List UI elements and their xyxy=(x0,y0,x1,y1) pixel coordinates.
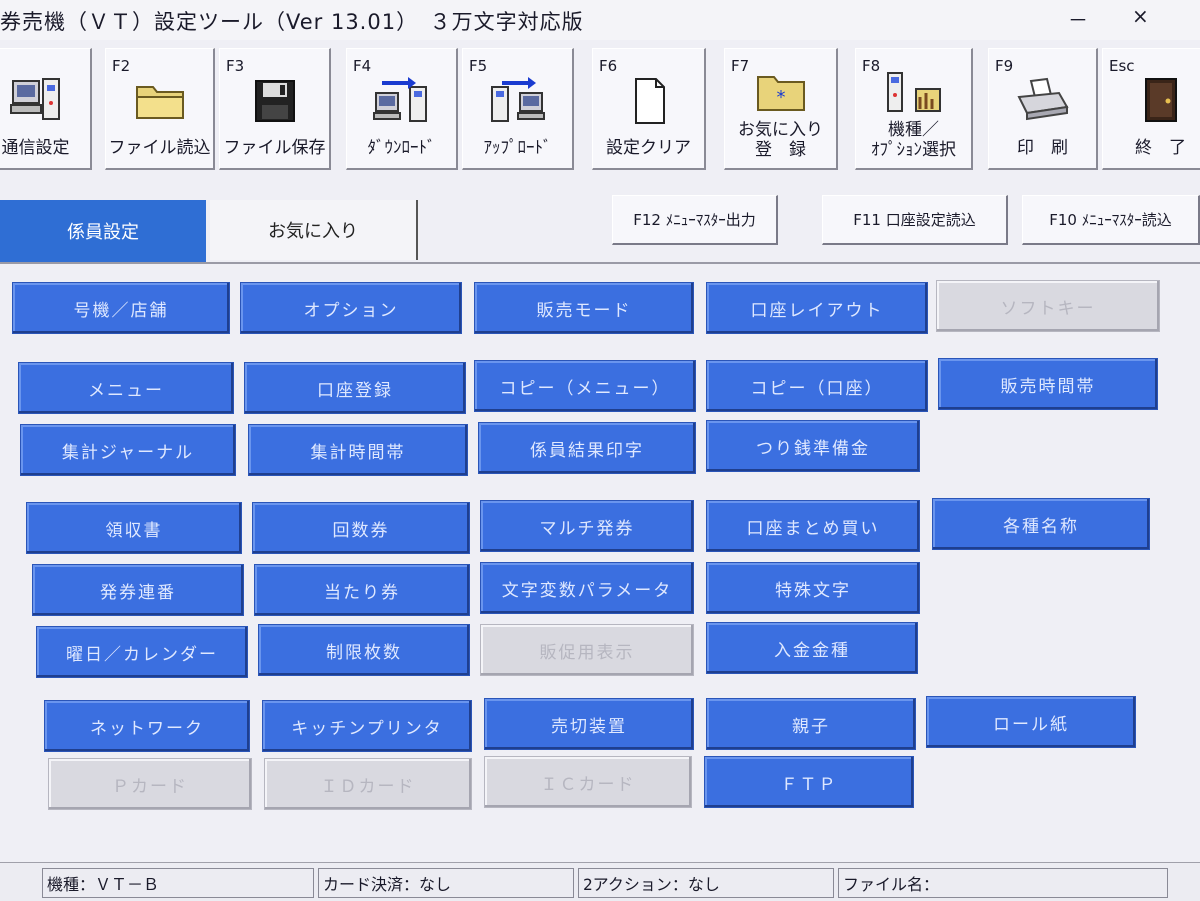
window-title: 券売機（ＶＴ）設定ツール（Ver 13.01） ３万文字対応版 xyxy=(0,10,584,34)
clear-settings-button[interactable]: F6 設定クリア xyxy=(592,48,706,170)
blank-page-icon xyxy=(634,78,665,124)
toolbar-label: 印 刷 xyxy=(1017,138,1068,158)
text-variable-parameter-button[interactable]: 文字変数パラメータ xyxy=(480,562,694,614)
download-icon xyxy=(372,77,427,122)
ftp-button[interactable]: ＦＴＰ xyxy=(704,756,914,808)
id-card-button[interactable]: ＩＤカード xyxy=(264,758,472,810)
network-button[interactable]: ネットワーク xyxy=(44,700,250,752)
account-settings-import-button[interactable]: F11 口座設定読込 xyxy=(822,195,1008,245)
toolbar-label: 通信設定 xyxy=(1,138,70,158)
kitchen-printer-button[interactable]: キッチンプリンタ xyxy=(262,700,472,752)
title-bar: 券売機（ＶＴ）設定ツール（Ver 13.01） ３万文字対応版 － × xyxy=(0,0,1200,40)
function-key-label: F9 xyxy=(995,57,1014,75)
sales-mode-button[interactable]: 販売モード xyxy=(474,282,694,334)
tab-staff-settings[interactable]: 係員設定 xyxy=(0,200,206,262)
deposit-denomination-button[interactable]: 入金金種 xyxy=(706,622,918,674)
menu-button[interactable]: メニュー xyxy=(18,362,234,414)
soft-key-button[interactable]: ソフトキー xyxy=(936,280,1160,332)
toolbar-label: ﾀﾞｳﾝﾛｰﾄﾞ xyxy=(367,138,436,158)
tab-favorites[interactable]: お気に入り xyxy=(210,200,418,260)
function-key-label: F6 xyxy=(599,57,618,75)
copy-account-button[interactable]: コピー（口座） xyxy=(706,360,928,412)
account-bulk-purchase-button[interactable]: 口座まとめ買い xyxy=(706,500,920,552)
account-registration-button[interactable]: 口座登録 xyxy=(244,362,466,414)
copy-menu-button[interactable]: コピー（メニュー） xyxy=(474,360,696,412)
weekday-calendar-button[interactable]: 曜日／カレンダー xyxy=(36,626,248,678)
coupon-ticket-button[interactable]: 回数券 xyxy=(252,502,470,554)
menu-master-import-button[interactable]: F10 ﾒﾆｭｰﾏｽﾀｰ読込 xyxy=(1022,195,1200,245)
totals-journal-button[interactable]: 集計ジャーナル xyxy=(20,424,236,476)
file-save-button[interactable]: F3 ファイル保存 xyxy=(219,48,331,170)
upload-icon xyxy=(490,77,545,122)
account-layout-button[interactable]: 口座レイアウト xyxy=(706,282,928,334)
status-two-action: 2アクション：なし xyxy=(578,868,834,898)
function-key-label: F5 xyxy=(469,57,488,75)
minimize-button[interactable]: － xyxy=(1068,4,1088,33)
p-card-button[interactable]: Ｐカード xyxy=(48,758,252,810)
exit-door-icon xyxy=(1144,78,1177,122)
toolbar-label: 終 了 xyxy=(1135,138,1186,158)
print-button[interactable]: F9 印 刷 xyxy=(988,48,1098,170)
sales-time-zone-button[interactable]: 販売時間帯 xyxy=(938,358,1158,410)
exit-button[interactable]: Esc 終 了 xyxy=(1102,48,1200,170)
receipt-button[interactable]: 領収書 xyxy=(26,502,242,554)
floppy-icon xyxy=(254,80,295,122)
staff-result-print-button[interactable]: 係員結果印字 xyxy=(478,422,696,474)
option-button[interactable]: オプション xyxy=(240,282,462,334)
change-reserve-button[interactable]: つり銭準備金 xyxy=(706,420,920,472)
ic-card-button[interactable]: ＩＣカード xyxy=(484,756,692,808)
promotion-display-button[interactable]: 販促用表示 xyxy=(480,624,694,676)
function-key-label: F4 xyxy=(353,57,372,75)
totals-time-zone-button[interactable]: 集計時間帯 xyxy=(248,424,468,476)
function-key-label: F8 xyxy=(862,57,881,75)
ticket-serial-number-button[interactable]: 発券連番 xyxy=(32,564,244,616)
limit-count-button[interactable]: 制限枚数 xyxy=(258,624,470,676)
unit-store-button[interactable]: 号機／店舗 xyxy=(12,282,230,334)
svg-text:*: * xyxy=(776,87,785,108)
winning-ticket-button[interactable]: 当たり券 xyxy=(254,564,470,616)
printer-icon xyxy=(1016,77,1069,121)
file-open-button[interactable]: F2 ファイル読込 xyxy=(105,48,215,170)
status-card-payment: カード決済：なし xyxy=(318,868,574,898)
download-button[interactable]: F4 ﾀﾞｳﾝﾛｰﾄﾞ xyxy=(346,48,458,170)
terminal-icon xyxy=(9,78,60,120)
function-key-label: F2 xyxy=(112,57,131,75)
favorite-folder-icon: * xyxy=(756,76,805,111)
toolbar-label: ｱｯﾌﾟﾛｰﾄﾞ xyxy=(483,138,552,158)
tab-divider xyxy=(0,262,1200,264)
folder-icon xyxy=(135,86,184,119)
various-names-button[interactable]: 各種名称 xyxy=(932,498,1150,550)
comm-settings-button[interactable]: 通信設定 xyxy=(0,48,92,170)
status-file-name: ファイル名： xyxy=(838,868,1168,898)
toolbar-label: お気に入り 登 録 xyxy=(738,120,823,160)
model-select-icon xyxy=(886,72,941,112)
roll-paper-button[interactable]: ロール紙 xyxy=(926,696,1136,748)
toolbar-label: ファイル読込 xyxy=(108,138,211,158)
multi-ticketing-button[interactable]: マルチ発券 xyxy=(480,500,694,552)
special-characters-button[interactable]: 特殊文字 xyxy=(706,562,920,614)
upload-button[interactable]: F5 ｱｯﾌﾟﾛｰﾄﾞ xyxy=(462,48,574,170)
menu-master-export-button[interactable]: F12 ﾒﾆｭｰﾏｽﾀｰ出力 xyxy=(612,195,778,245)
close-button[interactable]: × xyxy=(1132,4,1149,28)
toolbar-label: 機種／ ｵﾌﾟｼｮﾝ選択 xyxy=(871,120,956,160)
toolbar-label: 設定クリア xyxy=(606,138,691,158)
function-key-label: F3 xyxy=(226,57,245,75)
status-model: 機種：ＶＴ－Ｂ xyxy=(42,868,314,898)
add-favorite-button[interactable]: F7 * お気に入り 登 録 xyxy=(724,48,838,170)
toolbar-label: ファイル保存 xyxy=(223,138,326,158)
model-option-select-button[interactable]: F8 機種／ ｵﾌﾟｼｮﾝ選択 xyxy=(855,48,973,170)
function-key-label: F7 xyxy=(731,57,750,75)
sold-out-device-button[interactable]: 売切装置 xyxy=(484,698,694,750)
parent-child-button[interactable]: 親子 xyxy=(706,698,916,750)
function-key-label: Esc xyxy=(1109,57,1135,75)
